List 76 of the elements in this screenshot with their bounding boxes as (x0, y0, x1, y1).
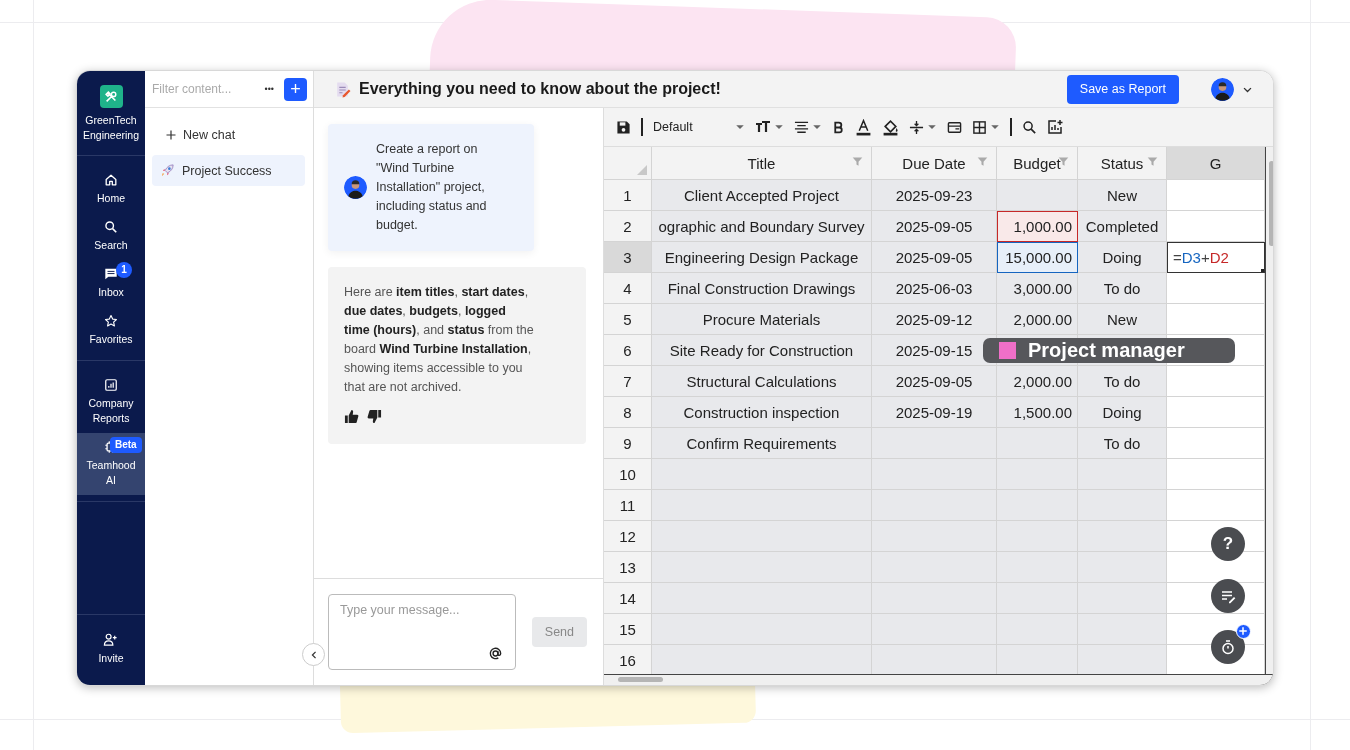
table-cell: Final Construction Drawings (652, 273, 872, 304)
message-input[interactable]: Type your message... (340, 603, 503, 646)
table-cell: 2,000.00 (997, 366, 1078, 397)
table-cell: To do (1078, 366, 1167, 397)
table-cell: New (1078, 180, 1167, 211)
table-cell: Doing (1078, 397, 1167, 428)
nav-item[interactable]: Company Reports (77, 371, 145, 433)
column-header[interactable]: G (1167, 147, 1265, 180)
column-header[interactable]: Status (1078, 147, 1167, 180)
table-cell: Client Accepted Project (652, 180, 872, 211)
table-cell: Doing (1078, 242, 1167, 273)
row-number[interactable]: 5 (604, 304, 652, 335)
row-number[interactable]: 16 (604, 645, 652, 674)
notification-badge: Beta (110, 437, 142, 453)
row-number[interactable]: 9 (604, 428, 652, 459)
nav-item[interactable]: Home (77, 166, 145, 213)
invite-button[interactable]: Invite (86, 625, 136, 673)
message-box[interactable]: Type your message... (328, 594, 516, 670)
table-cell: 2025-09-05 (872, 366, 997, 397)
table-cell: Site Ready for Construction (652, 335, 872, 366)
table-cell: ographic and Boundary Survey (652, 211, 872, 242)
table-cell: 15,000.00 (997, 242, 1078, 273)
table-cell: Engineering Design Package (652, 242, 872, 273)
row-number[interactable]: 7 (604, 366, 652, 397)
row-number[interactable]: 3 (604, 242, 652, 273)
page-title: Everything you need to know about the project! (359, 80, 721, 98)
table-cell: 2025-06-03 (872, 273, 997, 304)
new-chat-button[interactable]: New chat (165, 128, 313, 142)
row-number[interactable]: 2 (604, 211, 652, 242)
row-number[interactable]: 14 (604, 583, 652, 614)
collaborator-label: Project manager (983, 338, 1235, 363)
save-report-button[interactable]: Save as Report (1066, 74, 1179, 104)
add-button[interactable]: + (284, 77, 307, 101)
table-cell: To do (1078, 273, 1167, 304)
row-number[interactable]: 15 (604, 614, 652, 645)
nav-item[interactable]: Beta Teamhood AI (77, 433, 145, 495)
table-cell: To do (1078, 428, 1167, 459)
message-text: Here are item titles, start dates, due dates, budgets, logged time (hours), and status from the board Wind Turbine Installation, showing items accessible to you that are not archived. (344, 284, 534, 396)
table-cell: 2025-09-05 (872, 211, 997, 242)
table-cell: Confirm Requirements (652, 428, 872, 459)
row-number[interactable]: 12 (604, 521, 652, 552)
formula-input[interactable]: =D3+D2 (1167, 242, 1265, 273)
table-cell: 2025-09-05 (872, 242, 997, 273)
column-header[interactable]: Budget (997, 147, 1078, 180)
more-button[interactable]: ••• (260, 84, 278, 94)
table-cell: 1,000.00 (997, 211, 1078, 242)
row-number[interactable]: 13 (604, 552, 652, 583)
row-number[interactable]: 6 (604, 335, 652, 366)
column-header[interactable]: Due Date (872, 147, 997, 180)
message-text: Create a report on "Wind Turbine Installation" project, including status and budget. (376, 141, 488, 234)
table-cell: Construction inspection (652, 397, 872, 428)
table-cell: Completed (1078, 211, 1167, 242)
nav-item[interactable]: Favorites (77, 307, 145, 354)
row-number[interactable]: 11 (604, 490, 652, 521)
row-number[interactable]: 8 (604, 397, 652, 428)
table-cell: New (1078, 304, 1167, 335)
font-dropdown[interactable]: Default (653, 120, 745, 134)
chat-item[interactable]: Project Success (152, 155, 305, 186)
table-cell: 2025-09-19 (872, 397, 997, 428)
table-cell: 3,000.00 (997, 273, 1078, 304)
notification-badge: 1 (116, 262, 132, 278)
row-number[interactable]: 10 (604, 459, 652, 490)
workspace-name: GreenTech Engineering (81, 113, 140, 143)
table-cell: 2,000.00 (997, 304, 1078, 335)
table-cell: Structural Calculations (652, 366, 872, 397)
filter-field[interactable]: Filter content... (152, 82, 255, 96)
row-number[interactable]: 4 (604, 273, 652, 304)
nav-item[interactable]: 1 Inbox (77, 260, 145, 307)
nav-item[interactable]: Search (77, 213, 145, 260)
table-cell: 2025-09-12 (872, 304, 997, 335)
row-number[interactable]: 1 (604, 180, 652, 211)
table-cell: 2025-09-23 (872, 180, 997, 211)
table-cell: 1,500.00 (997, 397, 1078, 428)
column-header[interactable]: Title (652, 147, 872, 180)
table-cell: Procure Materials (652, 304, 872, 335)
table-cell: 2025-09-15 (872, 335, 997, 366)
